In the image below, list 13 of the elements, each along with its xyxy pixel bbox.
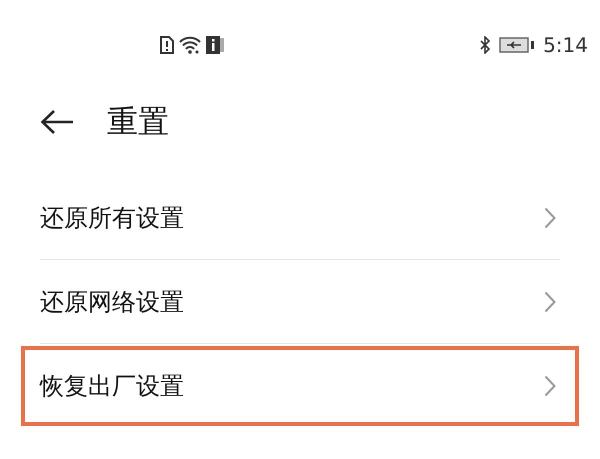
wifi-icon xyxy=(178,36,202,54)
bluetooth-icon xyxy=(479,36,492,54)
settings-item[interactable]: 还原所有设置 xyxy=(40,176,560,260)
page-title: 重置 xyxy=(107,102,169,142)
settings-item[interactable]: 还原网络设置 xyxy=(40,260,560,344)
chevron-right-icon xyxy=(544,206,556,228)
sim-alert-icon xyxy=(160,36,174,54)
status-time: 5:14 xyxy=(543,32,588,59)
info-icon xyxy=(206,36,224,54)
chevron-right-icon xyxy=(544,290,556,312)
battery-charging-icon xyxy=(499,37,536,53)
settings-item[interactable]: 恢复出厂设置 xyxy=(25,350,575,422)
chevron-right-icon xyxy=(544,375,556,397)
